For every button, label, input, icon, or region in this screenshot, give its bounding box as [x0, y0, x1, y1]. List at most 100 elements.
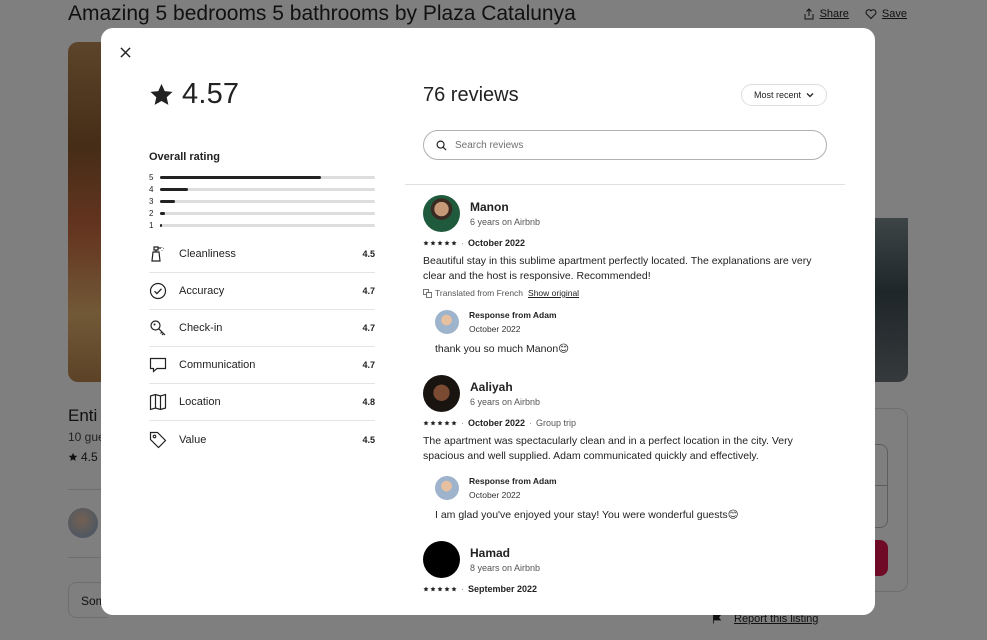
distribution-star-count: 1 [149, 220, 154, 230]
sort-dropdown[interactable]: Most recent [741, 84, 827, 106]
map-icon [149, 393, 167, 411]
rating-distribution: 5 4 3 2 1 [149, 171, 375, 231]
review-meta: · October 2022 [423, 238, 823, 248]
distribution-bar-fill [160, 187, 188, 191]
host-response: Response from Adam October 2022 thank yo… [435, 310, 823, 355]
distribution-row: 4 [149, 183, 375, 195]
star-icon [430, 586, 436, 592]
reviewer-name: Aaliyah [470, 380, 513, 394]
category-label: Communication [179, 359, 256, 371]
review-text: The apartment was spectacularly clean an… [423, 435, 793, 462]
separator-dot: · [461, 584, 464, 594]
category-label: Accuracy [179, 285, 225, 297]
search-reviews-field[interactable] [423, 130, 827, 160]
distribution-bar-fill [160, 199, 176, 203]
distribution-bar [160, 211, 375, 215]
distribution-bar-fill [160, 175, 322, 179]
category-label: Location [179, 396, 221, 408]
star-icon [430, 240, 436, 246]
category-check-in: Check-in 4.7 [149, 310, 375, 347]
distribution-row: 5 [149, 171, 375, 183]
sort-label: Most recent [753, 90, 802, 100]
host-avatar[interactable] [435, 310, 459, 334]
star-icon [451, 586, 457, 592]
separator-dot: · [529, 418, 533, 428]
reviewer-tenure: 6 years on Airbnb [470, 217, 541, 227]
category-value: 4.7 [362, 323, 375, 333]
star-icon [150, 83, 173, 105]
divider [405, 184, 845, 185]
star-icon [451, 240, 457, 246]
star-icon [437, 586, 443, 592]
category-label: Value [179, 433, 207, 446]
translation-note: Translated from French Show original [423, 288, 823, 298]
distribution-bar-fill [160, 223, 163, 227]
reviewer-header: Manon 6 years on Airbnb [423, 195, 823, 232]
check-circle-icon [149, 282, 167, 300]
key-icon [149, 319, 167, 337]
review-item: Manon 6 years on Airbnb · October 2022 B… [423, 195, 823, 355]
spray-bottle-icon [149, 245, 167, 263]
response-text: I am glad you've enjoyed your stay! You … [435, 509, 739, 521]
category-label: Check-in [179, 322, 223, 334]
distribution-row: 1 [149, 219, 375, 231]
tag-icon [149, 431, 167, 449]
distribution-star-count: 5 [149, 172, 154, 182]
review-meta: · September 2022 [423, 584, 823, 594]
response-from: Response from Adam [469, 476, 557, 486]
review-date: September 2022 [468, 584, 538, 594]
category-communication: Communication 4.7 [149, 347, 375, 384]
distribution-row: 3 [149, 195, 375, 207]
close-button[interactable] [115, 42, 135, 62]
translate-icon [423, 288, 432, 298]
review-text: Beautiful stay in this sublime apartment… [423, 255, 812, 282]
review-date: October 2022 [468, 238, 526, 248]
star-icon [437, 240, 443, 246]
host-avatar[interactable] [435, 476, 459, 500]
overall-rating-label: Overall rating [149, 151, 220, 163]
star-icon [423, 240, 429, 246]
distribution-star-count: 2 [149, 208, 154, 218]
review-star-rating [423, 420, 457, 426]
reviewer-avatar[interactable] [423, 375, 460, 412]
reviewer-tenure: 6 years on Airbnb [470, 397, 541, 407]
response-date: October 2022 [469, 324, 521, 334]
star-icon [444, 586, 450, 592]
star-icon [437, 420, 443, 426]
category-value: 4.5 [362, 434, 375, 445]
distribution-bar [160, 199, 375, 203]
separator-dot: · [461, 238, 464, 248]
category-label: Cleanliness [179, 248, 236, 260]
host-response: Response from Adam October 2022 I am gla… [435, 476, 823, 521]
reviewer-avatar[interactable] [423, 195, 460, 232]
reviewer-avatar[interactable] [423, 541, 460, 578]
category-accuracy: Accuracy 4.7 [149, 273, 375, 310]
review-star-rating [423, 586, 457, 592]
reviews-count-title: 76 reviews [423, 84, 519, 106]
star-icon [444, 240, 450, 246]
category-cleanliness: Cleanliness 4.5 [149, 236, 375, 273]
category-ratings: Cleanliness 4.5 Accuracy 4.7 Check-in 4.… [149, 236, 375, 458]
overall-rating-header: 4.57 [149, 78, 375, 111]
distribution-bar [160, 187, 375, 191]
distribution-bar-fill [160, 211, 166, 215]
star-icon [423, 586, 429, 592]
category-value: 4.8 [362, 397, 375, 407]
category-value: 4.5 [362, 249, 375, 259]
chevron-down-icon [806, 93, 814, 98]
host-response-header: Response from Adam October 2022 [435, 310, 823, 334]
reviewer-tenure: 8 years on Airbnb [470, 563, 541, 573]
reviews-modal: 4.57 Overall rating 5 4 3 2 1 Cleanlines… [101, 28, 875, 615]
category-value: 4.7 [362, 286, 375, 296]
review-item: Hamad 8 years on Airbnb · September 2022 [423, 541, 823, 594]
close-icon [119, 46, 131, 58]
distribution-row: 2 [149, 207, 375, 219]
show-original-link[interactable]: Show original [528, 288, 579, 298]
star-icon [451, 420, 457, 426]
chat-bubble-icon [149, 356, 167, 374]
reviewer-name: Manon [470, 200, 509, 214]
response-text: thank you so much Manon😊 [435, 343, 570, 355]
review-item: Aaliyah 6 years on Airbnb · October 2022… [423, 375, 823, 521]
search-reviews-input[interactable] [455, 139, 795, 151]
host-response-header: Response from Adam October 2022 [435, 476, 823, 500]
